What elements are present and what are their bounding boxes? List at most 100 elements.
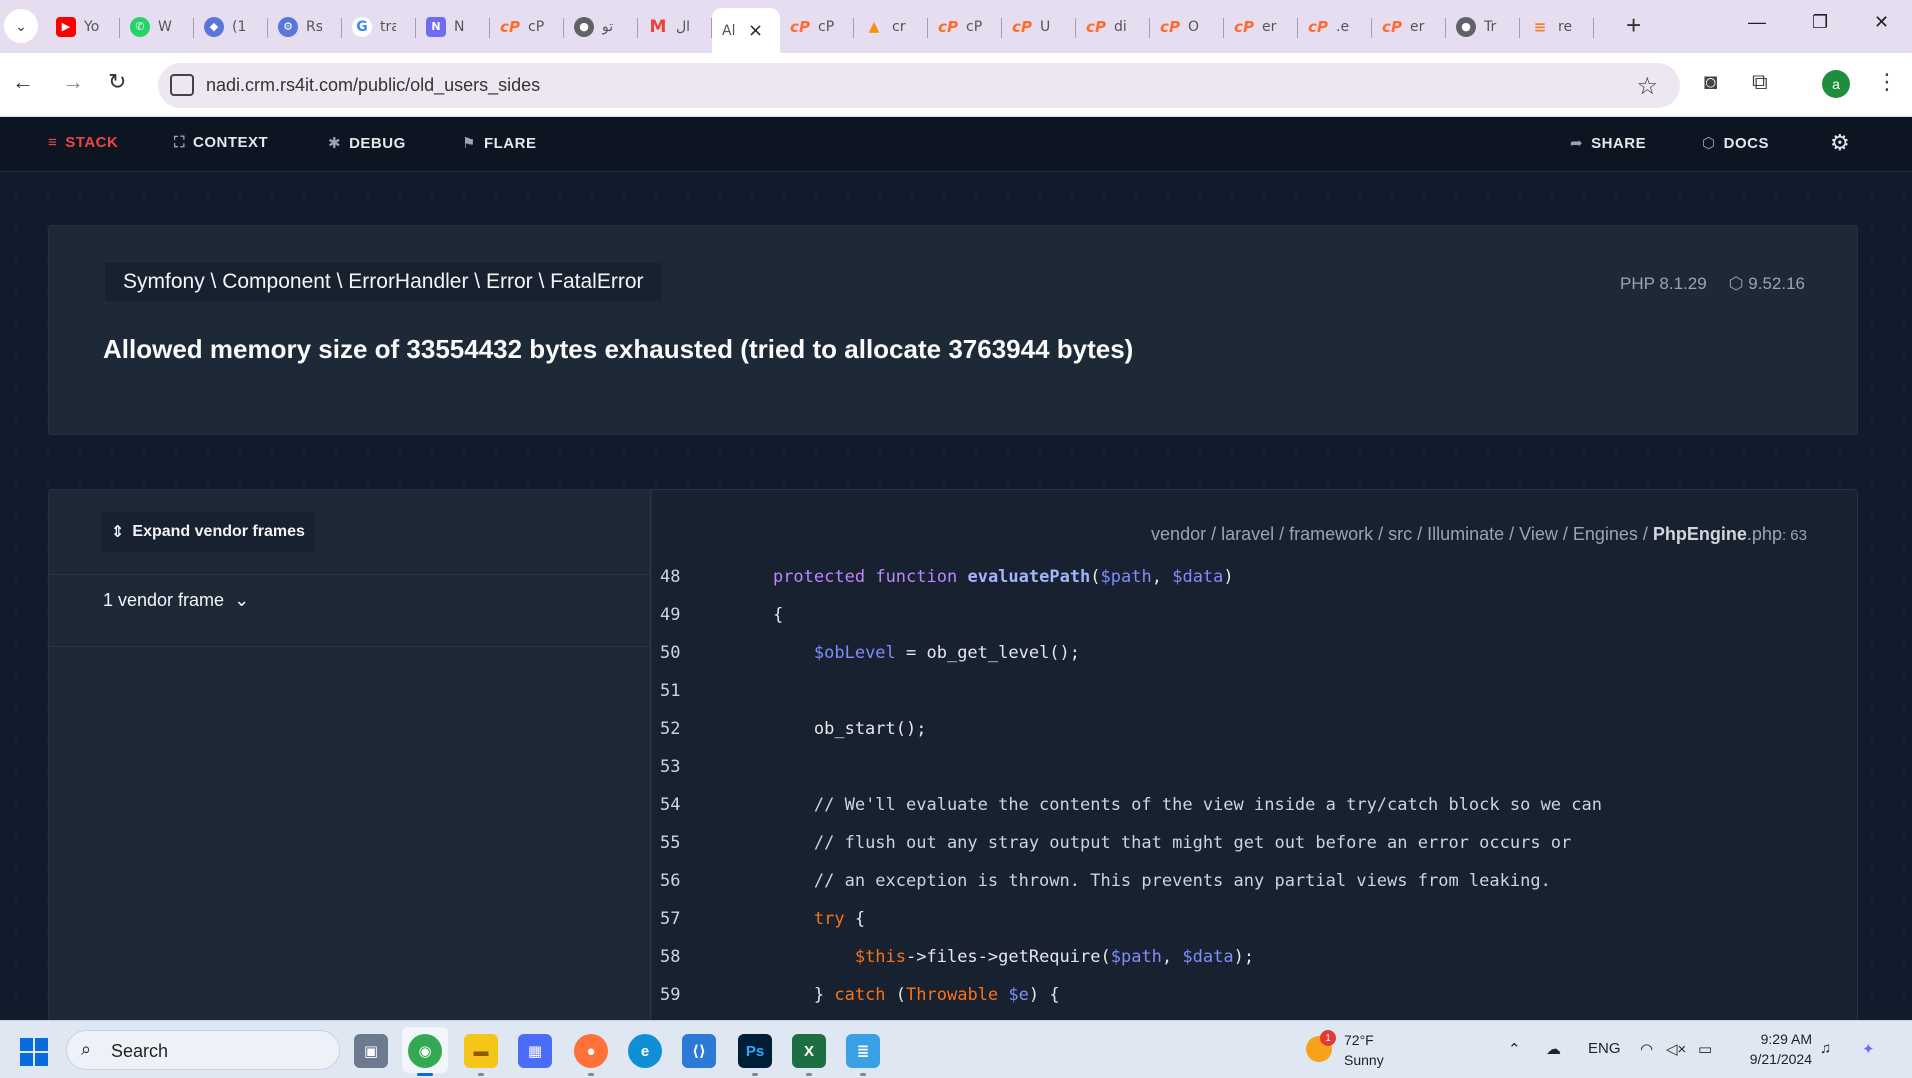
back-button[interactable]: ←	[12, 69, 34, 95]
laravel-version: 9.52.16	[1748, 274, 1805, 293]
browser-tab[interactable]: M ال	[638, 8, 712, 45]
code-viewer: vendor / laravel / framework / src / Ill…	[652, 490, 1857, 1020]
browser-tab[interactable]: Al ×	[712, 8, 780, 53]
browser-tab[interactable]: ◆ (1	[194, 8, 268, 45]
code-text: // flush out any stray output that might…	[813, 833, 1572, 853]
taskbar-search[interactable]: ⌕ Search	[66, 1030, 340, 1070]
code-text: // We'll evaluate the contents of the vi…	[813, 795, 1602, 815]
notion-icon: N	[426, 16, 446, 37]
divider	[49, 646, 651, 647]
browser-tab[interactable]: cP O	[1150, 8, 1224, 45]
address-bar[interactable]: nadi.crm.rs4it.com/public/old_users_side…	[158, 63, 1680, 108]
browser-tab[interactable]: cP di	[1076, 8, 1150, 45]
extensions-icon[interactable]: ⧉	[1752, 69, 1768, 95]
notepad-icon[interactable]: ≣	[846, 1034, 880, 1068]
google-icon: G	[352, 16, 372, 37]
close-window-button[interactable]: ✕	[1874, 12, 1889, 33]
nav-share[interactable]: ➦ SHARE	[1570, 134, 1646, 153]
firefox-icon[interactable]: ●	[574, 1034, 608, 1068]
restore-button[interactable]: ❐	[1812, 12, 1828, 33]
photoshop-icon[interactable]: Ps	[738, 1034, 772, 1068]
site-info-icon[interactable]	[170, 74, 194, 96]
browser-tab[interactable]: cP er	[1224, 8, 1298, 45]
browser-tab[interactable]: Gtra	[342, 8, 416, 45]
copilot-icon[interactable]: ✦	[1862, 1040, 1875, 1058]
edge-icon[interactable]: e	[628, 1034, 662, 1068]
browser-tab[interactable]: cP U	[1002, 8, 1076, 45]
browser-tab[interactable]: cP cP	[490, 8, 564, 45]
tab-close-icon[interactable]: ×	[748, 20, 763, 41]
minimize-button[interactable]: —	[1748, 12, 1766, 33]
url-text[interactable]: nadi.crm.rs4it.com/public/old_users_side…	[206, 75, 540, 96]
browser-menu-icon[interactable]: ⋮	[1876, 69, 1898, 95]
microsoft-store-icon[interactable]: ▦	[518, 1034, 552, 1068]
task-view-icon[interactable]: ▣	[354, 1034, 388, 1068]
nav-flare[interactable]: ⚑ FLARE	[462, 134, 536, 153]
browser-tab[interactable]: cP cP	[780, 8, 854, 45]
excel-icon[interactable]: X	[792, 1034, 826, 1068]
language-indicator[interactable]: ENG	[1588, 1040, 1621, 1057]
tab-label: cP	[528, 18, 544, 35]
nav-context-label: CONTEXT	[193, 134, 269, 151]
taskbar: ⌕ Search ▣ ◉ ▬ ▦ ● e ⟨⟩ Ps X ≣ 1 72°F Su…	[0, 1020, 1912, 1078]
vscode-icon[interactable]: ⟨⟩	[682, 1034, 716, 1068]
nav-context[interactable]: ⛶ CONTEXT	[174, 134, 268, 151]
tray-overflow-chevron-icon[interactable]: ⌃	[1508, 1040, 1521, 1058]
file-path[interactable]: vendor / laravel / framework / src / Ill…	[1151, 524, 1807, 545]
chevron-down-icon: ⌄	[234, 590, 250, 610]
line-number: 50	[660, 643, 681, 663]
camera-icon[interactable]: ◙	[1704, 69, 1717, 95]
restore-icon: ❐	[1812, 12, 1829, 32]
file-dir: vendor / laravel / framework / src / Ill…	[1151, 524, 1653, 544]
browser-tab[interactable]: NN	[416, 8, 490, 45]
windows-start-icon[interactable]	[20, 1038, 48, 1066]
browser-tab[interactable]: cP .e	[1298, 8, 1372, 45]
chrome-running-indicator	[417, 1073, 433, 1076]
globe-icon: ●	[1456, 16, 1476, 37]
file-explorer-icon[interactable]: ▬	[464, 1034, 498, 1068]
nav-docs[interactable]: ⬡ DOCS	[1702, 134, 1769, 153]
tab-label: .e	[1336, 18, 1350, 35]
expand-vendor-frames-button[interactable]: ⇕ Expand vendor frames	[101, 512, 315, 552]
system-clock[interactable]: 9:29 AM 9/21/2024	[1720, 1029, 1812, 1069]
browser-tab[interactable]: cP cP	[928, 8, 1002, 45]
new-tab-button[interactable]: +	[1626, 10, 1641, 41]
weather-condition: Sunny	[1344, 1052, 1384, 1068]
nav-stack[interactable]: ≡ STACK	[48, 134, 118, 151]
code-line: 55 // flush out any stray output that mi…	[652, 824, 1857, 862]
browser-tab[interactable]: ● Tr	[1446, 8, 1520, 45]
browser-tab[interactable]: ● تو	[564, 8, 638, 45]
profile-avatar[interactable]: a	[1822, 70, 1850, 98]
vendor-frame-toggle[interactable]: 1 vendor frame ⌄	[103, 590, 249, 611]
code-text: $this->files->getRequire($path, $data);	[854, 947, 1255, 967]
tab-search-button[interactable]: ⌄	[4, 9, 38, 43]
browser-tab[interactable]: ≡ re	[1520, 8, 1594, 45]
nav-debug[interactable]: ✱ DEBUG	[328, 134, 406, 153]
chrome-icon[interactable]: ◉	[408, 1034, 442, 1068]
reload-button[interactable]: ↻	[108, 69, 126, 95]
plus-icon: +	[1626, 10, 1642, 40]
forward-button[interactable]: →	[62, 69, 84, 95]
browser-tab[interactable]: ✆ W	[120, 8, 194, 45]
code-line: 59 } catch (Throwable $e) {	[652, 976, 1857, 1014]
code-line: 51	[652, 672, 1857, 710]
onedrive-icon[interactable]: ☁	[1546, 1040, 1561, 1058]
browser-tab[interactable]: cP er	[1372, 8, 1446, 45]
browser-tab[interactable]: ▶ Yo	[46, 8, 120, 45]
line-number: 48	[660, 567, 681, 587]
tab-label: cP	[966, 18, 982, 35]
wifi-icon[interactable]: ◠	[1640, 1040, 1653, 1058]
bookmark-star-icon[interactable]: ☆	[1636, 72, 1658, 101]
bug-icon: ✱	[328, 135, 342, 152]
browser-tab[interactable]: ▲ cr	[854, 8, 928, 45]
code-text: try {	[813, 909, 866, 929]
volume-muted-icon[interactable]: ◁×	[1666, 1040, 1686, 1058]
settings-gear-icon[interactable]: ⚙	[1830, 130, 1850, 156]
battery-icon[interactable]: ▭	[1698, 1040, 1712, 1058]
line-number: 56	[660, 871, 681, 891]
exception-class[interactable]: Symfony \ Component \ ErrorHandler \ Err…	[105, 263, 662, 301]
notification-bell-icon[interactable]: ♫	[1820, 1040, 1831, 1057]
code-lines: 48 protected function evaluatePath($path…	[652, 558, 1857, 1014]
browser-tab[interactable]: ⚙ Rs	[268, 8, 342, 45]
expand-icon: ⛶	[174, 134, 186, 151]
